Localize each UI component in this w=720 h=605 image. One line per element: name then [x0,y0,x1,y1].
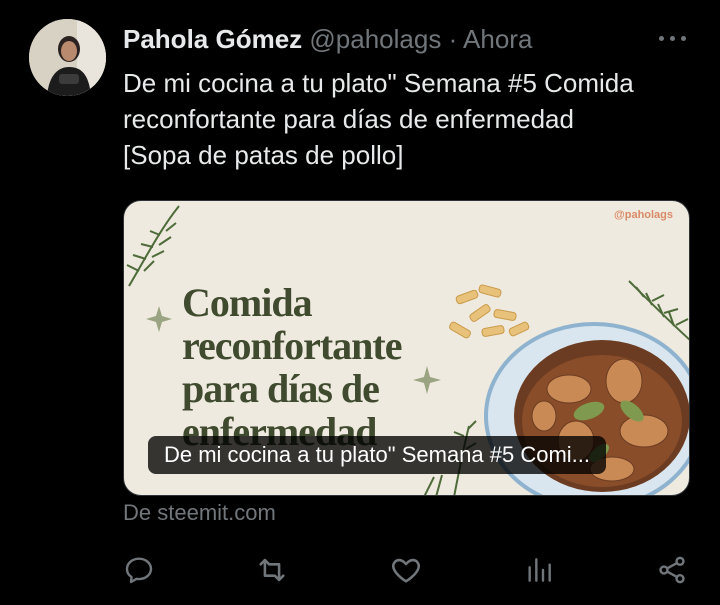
like-button[interactable] [386,550,426,590]
tweet-text-line: [Sopa de patas de pollo] [123,140,404,170]
reply-icon [125,557,153,584]
views-icon [528,558,551,582]
card-caption: De mi cocina a tu plato" Semana #5 Comi.… [148,436,607,474]
retweet-icon [259,558,285,582]
card-headline: Comida reconfortante para días de enferm… [182,281,512,453]
like-icon [392,558,420,583]
tweet-text-line: De mi cocina a tu plato" Semana #5 Comid… [123,68,634,98]
avatar[interactable] [29,19,106,96]
profile-photo-icon [29,19,106,96]
views-button[interactable] [519,550,559,590]
card-headline-line: Comida [182,280,313,325]
retweet-button[interactable] [252,550,292,590]
tweet-text-line: reconfortante para días de enfermedad [123,104,574,134]
separator-dot: · [448,24,458,54]
timestamp[interactable]: Ahora [463,24,532,54]
share-button[interactable] [652,550,692,590]
link-card[interactable]: @paholags Comida reconfortante para días… [123,200,690,496]
author-name[interactable]: Pahola Gómez [123,24,302,54]
card-source[interactable]: De steemit.com [123,498,276,528]
tweet-header: Pahola Gómez @paholags · Ahora [123,22,532,56]
more-dot-icon [659,36,664,41]
author-handle[interactable]: @paholags [309,24,441,54]
reply-button[interactable] [119,550,159,590]
action-bar [0,550,720,590]
more-options-button[interactable] [655,24,691,52]
card-headline-line: para días de [182,366,380,411]
more-dot-icon [681,36,686,41]
more-dot-icon [670,36,675,41]
card-headline-line: reconfortante [182,323,403,368]
share-icon [659,556,685,584]
card-image-handle: @paholags [614,209,674,221]
tweet-text: De mi cocina a tu plato" Semana #5 Comid… [123,65,713,173]
